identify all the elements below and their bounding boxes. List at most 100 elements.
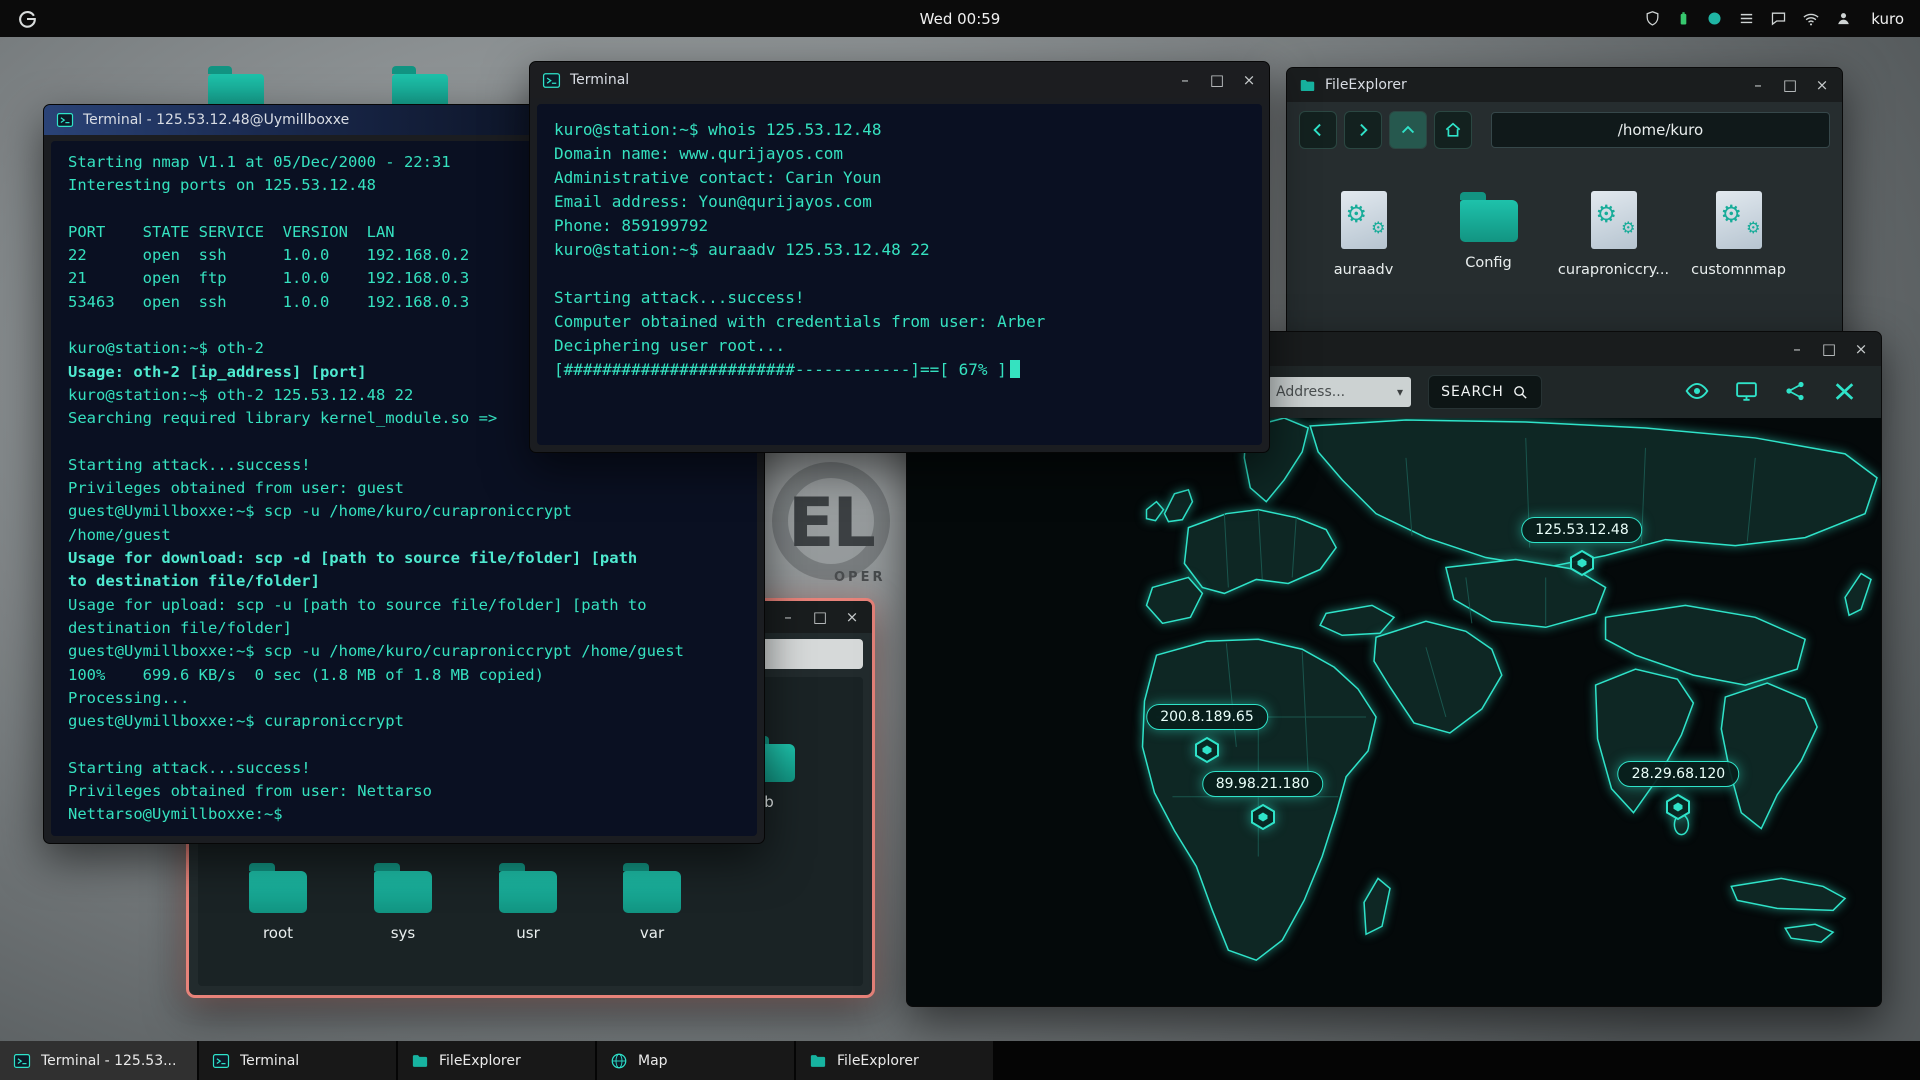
terminal-front-titlebar[interactable]: Terminal – □ × (530, 62, 1269, 98)
file-item[interactable]: ⚙ ⚙ curaproniccry... (1558, 191, 1669, 278)
close-button[interactable]: × (1814, 76, 1830, 94)
close-button[interactable]: × (844, 608, 860, 626)
terminal-line: Privileges obtained from user: Nettarso (68, 782, 432, 801)
terminal-line: 100% 699.6 KB/s 0 sec (1.8 MB of 1.8 MB … (68, 665, 544, 684)
back-button[interactable] (1299, 111, 1337, 149)
status-circle-icon[interactable] (1706, 10, 1723, 27)
terminal-line: destination file/folder] (68, 618, 292, 637)
executable-file-icon: ⚙ ⚙ (1340, 191, 1387, 249)
terminal-line: /home/guest (68, 525, 171, 544)
up-button[interactable] (1389, 111, 1427, 149)
terminal-line: Computer obtained with credentials from … (554, 312, 1046, 331)
terminal-line: Deciphering user root... (554, 336, 786, 355)
list-icon[interactable] (1738, 10, 1755, 27)
map-ip-label[interactable]: 200.8.189.65 (1146, 703, 1268, 730)
file-name: customnmap (1691, 262, 1786, 278)
minimize-button[interactable]: – (1789, 340, 1805, 358)
taskbar-item-fileexplorer-2[interactable]: FileExplorer (796, 1041, 993, 1080)
maximize-button[interactable]: □ (1821, 340, 1837, 358)
file-item[interactable]: root (228, 862, 328, 942)
window-title: Terminal (570, 72, 630, 88)
world-map[interactable]: 125.53.12.48 200.8.189.65 89.98.21.180 28.2… (907, 418, 1881, 1006)
map-node-marker-icon[interactable] (1569, 549, 1595, 577)
file-name: usr (516, 924, 540, 942)
file-item[interactable]: ⚙ ⚙ customnmap (1690, 191, 1787, 278)
taskbar-item-label: Terminal - 125.53... (41, 1052, 177, 1069)
maximize-button[interactable]: □ (1782, 76, 1798, 94)
taskbar-item-map[interactable]: Map (597, 1041, 794, 1080)
terminal-line: Phone: 859199792 (554, 216, 709, 235)
map-node-marker-icon[interactable] (1194, 736, 1220, 764)
username[interactable]: kuro (1871, 10, 1904, 28)
terminal-line: Domain name: www.qurijayos.com (554, 144, 843, 163)
terminal-icon (212, 1052, 230, 1070)
terminal-line: guest@Uymillboxxe:~$ curaproniccrypt (68, 712, 404, 731)
map-node-marker-icon[interactable] (1665, 793, 1691, 821)
forward-button[interactable] (1344, 111, 1382, 149)
search-icon (1512, 384, 1529, 401)
map-node-marker-icon[interactable] (1250, 803, 1276, 831)
map-ip-label[interactable]: 89.98.21.180 (1201, 770, 1324, 797)
search-button[interactable]: SEARCH (1428, 375, 1542, 409)
file-item[interactable]: var (602, 862, 702, 942)
chat-icon[interactable] (1770, 10, 1787, 27)
minimize-button[interactable]: – (1750, 76, 1766, 94)
home-button[interactable] (1434, 111, 1472, 149)
chevron-down-icon: ▾ (1396, 385, 1403, 399)
minimize-button[interactable]: – (1177, 71, 1193, 89)
battery-icon[interactable] (1676, 10, 1691, 27)
folder-icon (623, 863, 681, 913)
minimize-button[interactable]: – (780, 608, 796, 626)
file-name: curaproniccry... (1557, 262, 1670, 278)
file-name: b (764, 793, 774, 811)
taskbar-item-fileexplorer[interactable]: FileExplorer (398, 1041, 595, 1080)
taskbar-item-label: Map (638, 1052, 668, 1069)
file-item[interactable]: sys (353, 862, 453, 942)
terminal-line: Administrative contact: Carin Youn (554, 168, 882, 187)
path-field[interactable]: /home/kuro (1491, 112, 1830, 148)
crossing-arrows-icon[interactable] (1829, 376, 1859, 406)
file-panel[interactable]: ⚙ ⚙ auraadv Config ⚙ ⚙ curaproniccry... ⚙ ⚙… (1287, 155, 1842, 278)
file-item[interactable]: ⚙ ⚙ auraadv (1315, 191, 1412, 278)
maximize-button[interactable]: □ (812, 608, 828, 626)
terminal-line: Processing... (68, 688, 190, 707)
terminal-output[interactable]: kuro@station:~$ whois 125.53.12.48 Domain… (537, 104, 1262, 445)
folder-icon (249, 863, 307, 913)
folder-icon (1299, 77, 1316, 94)
map-ip-label[interactable]: 28.29.68.120 (1617, 760, 1740, 787)
window-title: Terminal - 125.53.12.48@Uymillboxxe (83, 112, 350, 128)
share-icon[interactable] (1780, 376, 1810, 406)
file-explorer-titlebar[interactable]: FileExplorer – □ × (1287, 68, 1842, 102)
close-button[interactable]: × (1241, 71, 1257, 89)
map-ip-label[interactable]: 125.53.12.48 (1521, 516, 1643, 543)
file-item[interactable]: usr (478, 862, 578, 942)
terminal-cursor (1009, 360, 1020, 378)
display-icon[interactable] (1731, 376, 1761, 406)
map-tool-icons (1682, 376, 1859, 406)
address-combobox[interactable]: Address... ▾ (1268, 377, 1411, 407)
executable-file-icon: ⚙ ⚙ (1715, 191, 1762, 249)
user-icon[interactable] (1835, 10, 1852, 27)
shield-icon[interactable] (1644, 10, 1661, 27)
folder-icon (1459, 192, 1518, 242)
file-name: sys (390, 924, 416, 942)
file-item[interactable]: Config (1440, 191, 1537, 278)
eye-icon[interactable] (1682, 376, 1712, 406)
top-menubar: Wed 00:59 kuro (0, 0, 1920, 37)
file-name: Config (1465, 255, 1512, 271)
taskbar-item-terminal-back[interactable]: Terminal - 125.53... (0, 1041, 197, 1080)
terminal-line: kuro@station:~$ whois 125.53.12.48 (554, 120, 882, 139)
taskbar: Terminal - 125.53... Terminal FileExplor… (0, 1041, 1920, 1080)
world-map-svg (1141, 418, 1878, 961)
wifi-icon[interactable] (1802, 10, 1820, 28)
file-name: var (639, 924, 665, 942)
terminal-front-window[interactable]: Terminal – □ × kuro@station:~$ whois 125… (529, 61, 1270, 453)
system-logo-icon[interactable] (16, 8, 38, 30)
maximize-button[interactable]: □ (1209, 71, 1225, 89)
taskbar-item-terminal[interactable]: Terminal (199, 1041, 396, 1080)
close-button[interactable]: × (1853, 340, 1869, 358)
navigation-bar: /home/kuro (1287, 102, 1842, 155)
folder-icon (411, 1052, 429, 1070)
